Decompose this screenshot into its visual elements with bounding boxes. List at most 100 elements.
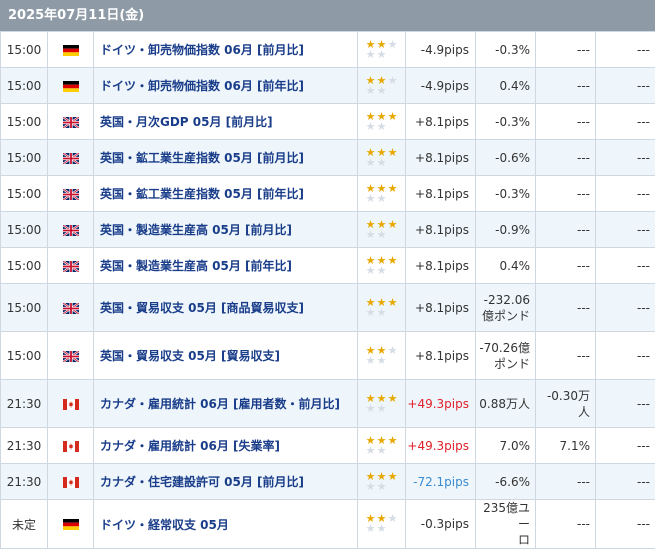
event-row[interactable]: 21:30 カナダ・住宅建設許可 05月 [前月比] ★★★ ★★ -72.1pips -… [0, 463, 655, 500]
event-title-link[interactable]: カナダ・雇用統計 06月 [雇用者数・前月比] [93, 379, 358, 428]
star-icon: ★ [387, 145, 398, 159]
canada-flag-icon [62, 476, 79, 488]
importance-stars: ★★★ ★★ [365, 183, 403, 205]
result-value: --- [595, 175, 655, 212]
forecast-value: --- [535, 31, 596, 68]
pips-change: -4.9pips [405, 67, 476, 104]
event-title-link[interactable]: カナダ・住宅建設許可 05月 [前月比] [93, 463, 358, 500]
importance-stars: ★★★ ★★ [365, 297, 403, 319]
star-icon: ★ [365, 47, 376, 61]
event-row[interactable]: 15:00 英国・貿易収支 05月 [貿易収支] ★★★ ★★ +8.1pips -70.… [0, 331, 655, 380]
previous-value: -6.6% [475, 463, 536, 500]
event-time: 未定 [0, 499, 48, 549]
result-value: --- [595, 103, 655, 140]
event-row[interactable]: 15:00 英国・鉱工業生産指数 05月 [前年比] ★★★ ★★ +8.1pips -0… [0, 175, 655, 212]
forecast-value: 7.1% [535, 427, 596, 464]
date-header: 2025年07月11日(金) [0, 0, 655, 31]
economic-calendar: 2025年07月11日(金) 15:00 ドイツ・卸売物価指数 06月 [前月比]… [0, 0, 655, 550]
event-row[interactable]: 15:00 英国・貿易収支 05月 [商品貿易収支] ★★★ ★★ +8.1pips -2… [0, 283, 655, 332]
previous-value: -70.26億 ポンド [475, 331, 536, 380]
forecast-value: --- [535, 499, 596, 549]
result-value: --- [595, 499, 655, 549]
forecast-value: --- [535, 247, 596, 284]
event-title-link[interactable]: 英国・鉱工業生産指数 05月 [前月比] [93, 139, 358, 176]
event-time: 15:00 [0, 67, 48, 104]
star-icon: ★ [365, 443, 376, 457]
germany-flag-icon [62, 80, 79, 92]
star-icon: ★ [365, 353, 376, 367]
importance-stars: ★★★ ★★ [365, 391, 403, 415]
star-icon: ★ [387, 217, 398, 231]
star-icon: ★ [365, 263, 376, 277]
star-icon: ★ [376, 305, 387, 319]
event-title-link[interactable]: 英国・製造業生産高 05月 [前年比] [93, 247, 358, 284]
star-icon: ★ [387, 253, 398, 267]
event-title-link[interactable]: カナダ・雇用統計 06月 [失業率] [93, 427, 358, 464]
event-title-link[interactable]: 英国・鉱工業生産指数 05月 [前年比] [93, 175, 358, 212]
star-icon: ★ [376, 155, 387, 169]
forecast-value: --- [535, 211, 596, 248]
event-title-link[interactable]: ドイツ・卸売物価指数 06月 [前月比] [93, 31, 358, 68]
event-title-link[interactable]: ドイツ・卸売物価指数 06月 [前年比] [93, 67, 358, 104]
event-time: 15:00 [0, 103, 48, 140]
event-title-link[interactable]: ドイツ・経常収支 05月 [93, 499, 358, 549]
star-icon: ★ [365, 401, 376, 415]
event-row[interactable]: 15:00 英国・製造業生産高 05月 [前年比] ★★★ ★★ +8.1pips 0.4… [0, 247, 655, 284]
pips-change: +49.3pips [405, 427, 476, 464]
result-value: --- [595, 139, 655, 176]
event-time: 15:00 [0, 211, 48, 248]
pips-change: -4.9pips [405, 31, 476, 68]
previous-value: -0.9% [475, 211, 536, 248]
event-row[interactable]: 未定 ドイツ・経常収支 05月 ★★★ ★★ -0.3pips 235億ユーロ --- --- [0, 499, 655, 549]
star-icon: ★ [365, 479, 376, 493]
star-icon: ★ [376, 47, 387, 61]
pips-change: +8.1pips [405, 211, 476, 248]
event-title-link[interactable]: 英国・貿易収支 05月 [商品貿易収支] [93, 283, 358, 332]
star-icon: ★ [376, 443, 387, 457]
star-icon: ★ [365, 155, 376, 169]
event-time: 15:00 [0, 283, 48, 332]
star-icon: ★ [376, 353, 387, 367]
star-icon: ★ [387, 343, 398, 357]
importance-stars: ★★★ ★★ [365, 471, 403, 493]
event-row[interactable]: 21:30 カナダ・雇用統計 06月 [雇用者数・前月比] ★★★ ★★ +49.3pi… [0, 379, 655, 428]
previous-value: 0.4% [475, 67, 536, 104]
star-icon: ★ [376, 83, 387, 97]
event-title-link[interactable]: 英国・貿易収支 05月 [貿易収支] [93, 331, 358, 380]
star-icon: ★ [376, 522, 387, 535]
uk-flag-icon [62, 302, 79, 314]
forecast-value: --- [535, 67, 596, 104]
event-row[interactable]: 15:00 ドイツ・卸売物価指数 06月 [前年比] ★★★ ★★ -4.9pips 0.… [0, 67, 655, 104]
star-icon: ★ [376, 227, 387, 241]
uk-flag-icon [62, 116, 79, 128]
event-title-link[interactable]: 英国・製造業生産高 05月 [前月比] [93, 211, 358, 248]
pips-change: -0.3pips [405, 499, 476, 549]
event-time: 15:00 [0, 247, 48, 284]
event-row[interactable]: 15:00 英国・鉱工業生産指数 05月 [前月比] ★★★ ★★ +8.1pips -0… [0, 139, 655, 176]
star-icon: ★ [365, 119, 376, 133]
event-time: 21:30 [0, 463, 48, 500]
previous-value: -0.3% [475, 103, 536, 140]
previous-value: -0.3% [475, 31, 536, 68]
event-title-link[interactable]: 英国・月次GDP 05月 [前月比] [93, 103, 358, 140]
event-time: 15:00 [0, 31, 48, 68]
star-icon: ★ [365, 191, 376, 205]
importance-stars: ★★★ ★★ [365, 343, 403, 367]
previous-value: 0.4% [475, 247, 536, 284]
pips-change: +8.1pips [405, 283, 476, 332]
event-row[interactable]: 21:30 カナダ・雇用統計 06月 [失業率] ★★★ ★★ +49.3pips 7.0… [0, 427, 655, 464]
result-value: --- [595, 463, 655, 500]
pips-change: +49.3pips [405, 379, 476, 428]
event-row[interactable]: 15:00 英国・製造業生産高 05月 [前月比] ★★★ ★★ +8.1pips -0.… [0, 211, 655, 248]
event-time: 21:30 [0, 379, 48, 428]
pips-change: -72.1pips [405, 463, 476, 500]
result-value: --- [595, 67, 655, 104]
event-row[interactable]: 15:00 ドイツ・卸売物価指数 06月 [前月比] ★★★ ★★ -4.9pips -0… [0, 31, 655, 68]
canada-flag-icon [62, 398, 79, 410]
germany-flag-icon [62, 44, 79, 56]
event-row[interactable]: 15:00 英国・月次GDP 05月 [前月比] ★★★ ★★ +8.1pips -0.3… [0, 103, 655, 140]
star-icon: ★ [376, 263, 387, 277]
pips-change: +8.1pips [405, 175, 476, 212]
star-icon: ★ [387, 391, 398, 405]
star-icon: ★ [376, 119, 387, 133]
